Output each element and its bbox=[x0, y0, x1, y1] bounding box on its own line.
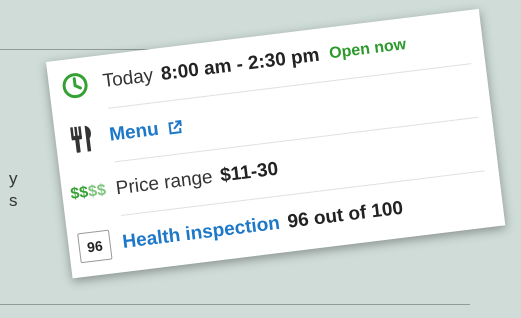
fork-knife-icon bbox=[58, 120, 106, 159]
price-range-label: Price range bbox=[114, 166, 214, 200]
hours-day: Today bbox=[101, 65, 155, 93]
health-inspection-link[interactable]: Health inspection bbox=[121, 213, 281, 254]
background-text-fragment: s bbox=[9, 191, 18, 210]
price-range-value: $11-30 bbox=[219, 158, 280, 187]
price-dollar-icon: $$$$ bbox=[64, 173, 112, 212]
background-text-fragment: y bbox=[9, 169, 18, 188]
background-divider-bottom bbox=[0, 304, 470, 305]
open-status: Open now bbox=[328, 36, 408, 63]
clock-icon bbox=[51, 66, 99, 105]
external-link-icon[interactable] bbox=[166, 119, 184, 137]
price-level-inactive: $$ bbox=[87, 181, 107, 201]
price-level-active: $$ bbox=[69, 183, 90, 203]
health-score-badge: 96 bbox=[71, 227, 119, 266]
menu-link[interactable]: Menu bbox=[108, 119, 160, 147]
hours-time: 8:00 am - 2:30 pm bbox=[159, 44, 321, 85]
score-badge: 96 bbox=[77, 229, 113, 264]
health-score-value: 96 out of 100 bbox=[286, 197, 405, 233]
